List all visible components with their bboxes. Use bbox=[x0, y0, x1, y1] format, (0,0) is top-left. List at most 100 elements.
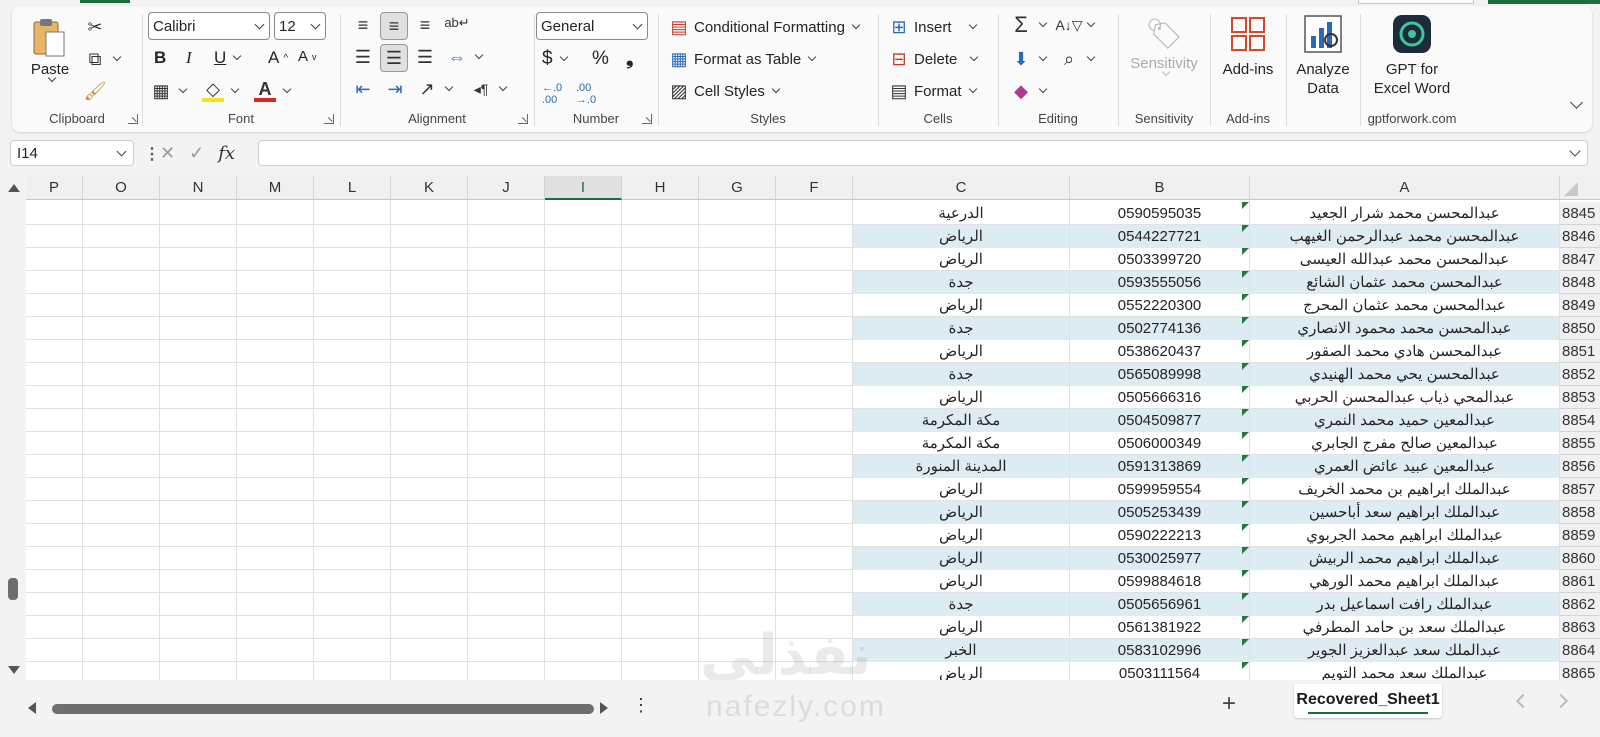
cancel-icon[interactable]: ✕ bbox=[160, 143, 175, 164]
align-left-button[interactable]: ☰ bbox=[352, 46, 374, 68]
cell-phone[interactable]: 0506000349 bbox=[1070, 432, 1249, 455]
cell-name[interactable]: عبدالملك سعد عبدالعزيز الجوير bbox=[1250, 639, 1559, 662]
cut-button[interactable]: ✂ bbox=[84, 16, 106, 38]
cell-city[interactable]: جدة bbox=[853, 317, 1069, 340]
chevron-down-icon[interactable] bbox=[808, 52, 817, 62]
error-indicator-icon[interactable] bbox=[1242, 248, 1249, 255]
currency-button[interactable]: $ bbox=[542, 48, 568, 70]
cell-city[interactable]: الرياض bbox=[853, 478, 1069, 501]
cell-phone[interactable]: 0503111564 bbox=[1070, 662, 1249, 680]
fill-color-button[interactable]: ◇ bbox=[202, 79, 240, 102]
increase-font-button[interactable]: A ^ bbox=[268, 48, 288, 68]
error-indicator-icon[interactable] bbox=[1242, 363, 1249, 370]
text-direction-button[interactable]: ◂¶ bbox=[470, 78, 508, 100]
sheet-tab[interactable]: Recovered_Sheet1 bbox=[1294, 684, 1442, 718]
row-header[interactable]: 8849 bbox=[1560, 294, 1600, 317]
cell-name[interactable]: عبدالمحسن محمد عثمان الشائع bbox=[1250, 271, 1559, 294]
alignment-dialog-launcher[interactable] bbox=[518, 114, 528, 124]
row-header[interactable]: 8853 bbox=[1560, 386, 1600, 409]
row-header[interactable]: 8858 bbox=[1560, 501, 1600, 524]
cell-name[interactable]: عبدالمحي ذياب عبدالمحسن الحربي bbox=[1250, 386, 1559, 409]
increase-decimal-button[interactable]: ←.0.00 bbox=[542, 82, 562, 106]
cell-name[interactable]: عبدالمحسن محمد عبدالله العيسى bbox=[1250, 248, 1559, 271]
cell-phone[interactable]: 0552220300 bbox=[1070, 294, 1249, 317]
cell-city[interactable]: مكة المكرمة bbox=[853, 409, 1069, 432]
cell-name[interactable]: عبدالمعين صالح مفرج الجابري bbox=[1250, 432, 1559, 455]
column-header-a[interactable]: A bbox=[1250, 176, 1560, 200]
chevron-down-icon[interactable] bbox=[559, 52, 568, 62]
gpt-for-excel-button[interactable]: GPT for Excel Word bbox=[1366, 14, 1458, 98]
cell-phone[interactable]: 0544227721 bbox=[1070, 225, 1249, 248]
row-header[interactable]: 8864 bbox=[1560, 639, 1600, 662]
cell-city[interactable]: الرياض bbox=[853, 225, 1069, 248]
borders-button[interactable]: ▦ bbox=[150, 80, 188, 102]
name-box[interactable]: I14 bbox=[10, 140, 134, 166]
chevron-down-icon[interactable] bbox=[968, 20, 977, 30]
cell-styles-button[interactable]: ▨ Cell Styles bbox=[668, 80, 781, 102]
column-header-h[interactable]: H bbox=[622, 176, 699, 200]
cell-name[interactable]: عبدالمعين حميد محمد النمري bbox=[1250, 409, 1559, 432]
fill-button[interactable]: ⬇ bbox=[1010, 48, 1048, 70]
column-header-b[interactable]: B bbox=[1070, 176, 1250, 200]
add-sheet-button[interactable]: + bbox=[1222, 690, 1236, 718]
horizontal-scroll-thumb[interactable] bbox=[52, 704, 594, 714]
chevron-down-icon[interactable] bbox=[1038, 84, 1048, 94]
decrease-indent-button[interactable]: ⇤ bbox=[352, 78, 374, 100]
cell-city[interactable]: الرياض bbox=[853, 524, 1069, 547]
sheet-nav-next-icon[interactable] bbox=[1553, 693, 1569, 709]
cell-city[interactable]: الخبر bbox=[853, 639, 1069, 662]
error-indicator-icon[interactable] bbox=[1242, 386, 1249, 393]
cell-city[interactable]: مكة المكرمة bbox=[853, 432, 1069, 455]
column-header-l[interactable]: L bbox=[314, 176, 391, 200]
cell-phone[interactable]: 0505666316 bbox=[1070, 386, 1249, 409]
enter-icon[interactable]: ✓ bbox=[189, 143, 204, 164]
error-indicator-icon[interactable] bbox=[1242, 570, 1249, 577]
row-header[interactable]: 8862 bbox=[1560, 593, 1600, 616]
row-header[interactable]: 8863 bbox=[1560, 616, 1600, 639]
cell-name[interactable]: عبدالملك ابراهيم محمد الورهي bbox=[1250, 570, 1559, 593]
format-as-table-button[interactable]: ▦ Format as Table bbox=[668, 48, 817, 70]
row-header[interactable]: 8851 bbox=[1560, 340, 1600, 363]
increase-indent-button[interactable]: ⇥ bbox=[384, 78, 406, 100]
row-header[interactable]: 8857 bbox=[1560, 478, 1600, 501]
error-indicator-icon[interactable] bbox=[1242, 524, 1249, 531]
cell-name[interactable]: عبدالمحسن محمد عبدالرحمن الغيهب bbox=[1250, 225, 1559, 248]
chevron-down-icon[interactable] bbox=[230, 84, 240, 94]
row-header[interactable]: 8854 bbox=[1560, 409, 1600, 432]
sensitivity-button[interactable]: 🏷 Sensitivity bbox=[1124, 14, 1204, 77]
paste-button[interactable]: Paste bbox=[26, 16, 74, 83]
error-indicator-icon[interactable] bbox=[1242, 271, 1249, 278]
cell-city[interactable]: الرياض bbox=[853, 386, 1069, 409]
cell-phone[interactable]: 0599959554 bbox=[1070, 478, 1249, 501]
cell-city[interactable]: جدة bbox=[853, 271, 1069, 294]
cell-phone[interactable]: 0599884618 bbox=[1070, 570, 1249, 593]
cell-city[interactable]: الرياض bbox=[853, 248, 1069, 271]
error-indicator-icon[interactable] bbox=[1242, 501, 1249, 508]
align-right-button[interactable]: ☰ bbox=[414, 46, 436, 68]
column-header-p[interactable]: P bbox=[26, 176, 83, 200]
cell-phone[interactable]: 0503399720 bbox=[1070, 248, 1249, 271]
error-indicator-icon[interactable] bbox=[1242, 225, 1249, 232]
decrease-font-button[interactable]: Av bbox=[298, 48, 317, 65]
scroll-up-icon[interactable] bbox=[8, 184, 20, 192]
column-header-j[interactable]: J bbox=[468, 176, 545, 200]
vertical-scrollbar[interactable] bbox=[0, 176, 26, 680]
chevron-down-icon[interactable] bbox=[474, 50, 484, 60]
ribbon-collapse-button[interactable] bbox=[1568, 96, 1583, 109]
analyze-data-button[interactable]: Analyze Data bbox=[1290, 14, 1356, 98]
error-indicator-icon[interactable] bbox=[1242, 340, 1249, 347]
comma-style-button[interactable]: ❟ bbox=[626, 48, 633, 70]
cell-phone[interactable]: 0590222213 bbox=[1070, 524, 1249, 547]
error-indicator-icon[interactable] bbox=[1242, 593, 1249, 600]
chevron-down-icon[interactable] bbox=[112, 52, 122, 62]
chevron-down-icon[interactable] bbox=[1038, 52, 1048, 62]
cell-name[interactable]: عبدالمحسن محمد عثمان المحرج bbox=[1250, 294, 1559, 317]
cell-city[interactable]: الرياض bbox=[853, 294, 1069, 317]
cell-name[interactable]: عبدالملك رافت اسماعيل بدر bbox=[1250, 593, 1559, 616]
cell-phone[interactable]: 0505253439 bbox=[1070, 501, 1249, 524]
cell-city[interactable]: الرياض bbox=[853, 616, 1069, 639]
cell-name[interactable]: عبدالملك سعد بن حامد المطرفي bbox=[1250, 616, 1559, 639]
orientation-button[interactable]: ↗ bbox=[416, 78, 454, 100]
title-search-box[interactable] bbox=[1358, 0, 1474, 4]
error-indicator-icon[interactable] bbox=[1242, 317, 1249, 324]
